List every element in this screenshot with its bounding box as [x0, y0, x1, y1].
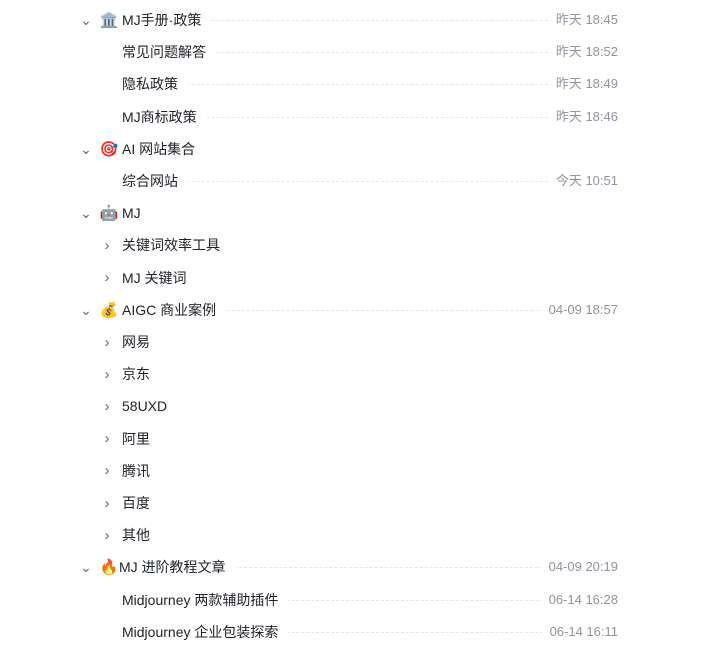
tree-item-title[interactable]: AIGC 商业案例 [122, 293, 227, 326]
chevron-down-icon[interactable]: ⌄ [79, 197, 93, 229]
chevron-right-icon[interactable]: › [100, 229, 114, 261]
tree-item-title[interactable]: 百度 [122, 487, 160, 519]
chevron-right-icon[interactable]: › [100, 423, 114, 455]
chevron-right-icon[interactable]: › [100, 326, 114, 358]
tree-item-row[interactable]: › 关键词效率工具 [0, 229, 720, 262]
chevron-right-icon[interactable]: › [100, 519, 114, 551]
tree-item-row[interactable]: 常见问题解答 昨天 18:52 [0, 36, 720, 69]
tree-item-title[interactable]: 京东 [122, 358, 160, 391]
tree-folder-row[interactable]: ⌄ 🎯 AI 网站集合 [0, 132, 720, 165]
leader-line [122, 84, 608, 86]
tree-item-title[interactable]: MJ 进阶教程文章 [119, 551, 236, 584]
chevron-right-icon[interactable]: › [100, 390, 114, 422]
tree-item-title[interactable]: MJ商标政策 [122, 100, 207, 133]
edited-time: 昨天 18:45 [547, 4, 618, 36]
chevron-right-icon[interactable]: › [100, 262, 114, 294]
tree-item-title[interactable]: 腾讯 [122, 454, 160, 487]
tree-item-title[interactable]: 常见问题解答 [122, 36, 216, 69]
tree-item-row[interactable]: › 腾讯 [0, 454, 720, 487]
tree-item-title[interactable]: Midjourney 两款辅助插件 [122, 583, 289, 616]
edited-time: 04-09 18:57 [540, 293, 618, 326]
tree-item-title[interactable]: MJ [122, 197, 151, 230]
tree-item-title[interactable]: MJ手册·政策 [122, 4, 212, 36]
chevron-down-icon[interactable]: ⌄ [79, 294, 93, 326]
tree-item-row[interactable]: › 网易 [0, 326, 720, 358]
tree-item-row[interactable]: › 阿里 [0, 422, 720, 455]
tree-folder-row[interactable]: ⌄ 🤖 MJ [0, 197, 720, 230]
tree-item-row[interactable]: MJ商标政策 昨天 18:46 [0, 100, 720, 133]
tree-item-row[interactable]: 隐私政策 昨天 18:49 [0, 68, 720, 101]
leader-line [122, 181, 608, 182]
edited-time: 今天 10:51 [547, 165, 618, 197]
tree-item-title[interactable]: 其他 [122, 519, 160, 552]
edited-time: 昨天 18:46 [547, 100, 618, 133]
tree-item-row[interactable]: › MJ 关键词 [0, 261, 720, 294]
tree-folder-row[interactable]: ⌄ 🔥 MJ 进阶教程文章 04-09 20:19 [0, 551, 720, 584]
tree-item-row[interactable]: › 百度 [0, 487, 720, 519]
tree-folder-row[interactable]: ⌄ 🏛️ MJ手册·政策 昨天 18:45 [0, 4, 720, 36]
chevron-right-icon[interactable]: › [100, 455, 114, 487]
fire-icon: 🔥 [99, 559, 119, 577]
tree-item-title[interactable]: Midjourney 企业包装探索 [122, 615, 289, 648]
tree-folder-row[interactable]: ⌄ 💰 AIGC 商业案例 04-09 18:57 [0, 293, 720, 326]
bank-building-icon: 🏛️ [99, 12, 119, 29]
tree-item-row[interactable]: Midjourney 两款辅助插件 06-14 16:28 [0, 583, 720, 616]
edited-time: 06-14 16:11 [541, 615, 618, 648]
tree-item-title[interactable]: 隐私政策 [122, 68, 188, 101]
tree-item-title[interactable]: AI 网站集合 [122, 132, 206, 165]
chevron-down-icon[interactable]: ⌄ [79, 551, 93, 583]
chevron-down-icon[interactable]: ⌄ [79, 133, 93, 165]
tree-item-title[interactable]: 网易 [122, 326, 160, 358]
chevron-right-icon[interactable]: › [100, 487, 114, 519]
edited-time: 昨天 18:49 [547, 68, 618, 101]
chevron-right-icon[interactable]: › [100, 358, 114, 390]
robot-icon: 🤖 [99, 205, 119, 223]
tree-item-row[interactable]: › 京东 [0, 358, 720, 391]
chevron-down-icon[interactable]: ⌄ [79, 4, 93, 36]
target-icon: 🎯 [99, 140, 119, 158]
tree-item-title[interactable]: 阿里 [122, 422, 160, 455]
tree-item-title[interactable]: 关键词效率工具 [122, 229, 230, 262]
tree-item-row[interactable]: › 其他 [0, 519, 720, 552]
edited-time: 06-14 16:28 [540, 583, 618, 616]
tree-item-title[interactable]: 58UXD [122, 390, 178, 423]
tree-item-title[interactable]: MJ 关键词 [122, 261, 197, 294]
edited-time: 04-09 20:19 [540, 551, 618, 584]
tree-item-row[interactable]: Midjourney 企业包装探索 06-14 16:11 [0, 615, 720, 648]
money-bag-icon: 💰 [99, 301, 119, 319]
edited-time: 昨天 18:52 [547, 36, 618, 69]
tree-item-title[interactable]: 综合网站 [122, 165, 188, 197]
tree-item-row[interactable]: 综合网站 今天 10:51 [0, 165, 720, 197]
tree-item-row[interactable]: › 58UXD [0, 390, 720, 423]
